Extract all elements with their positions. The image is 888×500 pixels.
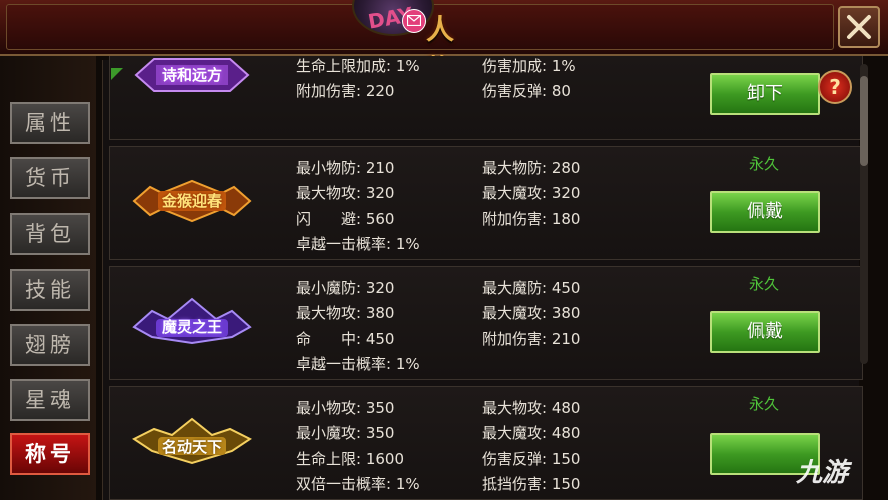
watermark-logo: 九游 bbox=[796, 458, 849, 488]
duration-label: 永久 bbox=[748, 275, 779, 293]
selected-marker bbox=[111, 68, 123, 80]
badge-label: 名动天下 bbox=[161, 438, 222, 456]
stat-text: 双倍一击概率: 1% bbox=[296, 475, 420, 493]
title-list[interactable]: 诗和远方 生命上限加成: 1% 伤害加成: 1% 附加伤害: 220 伤害反弹:… bbox=[96, 56, 888, 500]
stat-text: 最小魔攻: 350 bbox=[296, 424, 395, 442]
stat-text: 最大物攻: 380 bbox=[296, 304, 395, 322]
unequip-button[interactable]: 卸下 bbox=[710, 73, 820, 115]
stat-text: 命 中: 450 bbox=[296, 330, 395, 348]
equip-button[interactable]: 佩戴 bbox=[710, 311, 820, 353]
title-badge: 金猴迎春 bbox=[132, 177, 252, 225]
tab-wings[interactable]: 翅膀 bbox=[10, 324, 90, 366]
stat-text: 卓越一击概率: 1% bbox=[296, 235, 420, 253]
stat-text: 附加伤害: 180 bbox=[482, 210, 581, 228]
stat-text: 最大物攻: 480 bbox=[482, 399, 581, 417]
badge-label: 诗和远方 bbox=[161, 66, 222, 84]
stat-text: 最大物攻: 320 bbox=[296, 184, 395, 202]
stat-text: 伤害反弹: 150 bbox=[482, 450, 581, 468]
tab-currency[interactable]: 货币 bbox=[10, 157, 90, 199]
sidebar: 属性 货币 背包 技能 翅膀 星魂 称号 bbox=[0, 56, 96, 500]
title-list-panel: 诗和远方 生命上限加成: 1% 伤害加成: 1% 附加伤害: 220 伤害反弹:… bbox=[102, 56, 863, 500]
tab-backpack[interactable]: 背包 bbox=[10, 213, 90, 255]
title-badge: 名动天下 bbox=[132, 417, 252, 465]
title-badge: 诗和远方 bbox=[132, 56, 252, 99]
stat-text: 附加伤害: 210 bbox=[482, 330, 581, 348]
duration-label: 永久 bbox=[748, 155, 779, 173]
stat-text: 最大物防: 280 bbox=[482, 159, 581, 177]
stat-text: 卓越一击概率: 1% bbox=[296, 355, 420, 373]
title-row: 魔灵之王 最小魔防: 320 最大魔防: 450 最大物攻: 380 最大魔攻:… bbox=[109, 266, 863, 380]
tab-titles[interactable]: 称号 bbox=[10, 433, 90, 475]
close-button[interactable] bbox=[838, 6, 880, 48]
stat-text: 最大魔攻: 320 bbox=[482, 184, 581, 202]
scroll-thumb[interactable] bbox=[860, 76, 868, 166]
stat-text: 伤害反弹: 80 bbox=[482, 82, 571, 100]
stat-text: 附加伤害: 220 bbox=[296, 82, 395, 100]
stat-text: 最小魔防: 320 bbox=[296, 279, 395, 297]
duration-label: 永久 bbox=[748, 395, 779, 413]
stat-text: 最大魔攻: 480 bbox=[482, 424, 581, 442]
help-button[interactable]: ? bbox=[818, 70, 852, 104]
title-badge: 魔灵之王 bbox=[132, 297, 252, 345]
tab-attributes[interactable]: 属性 bbox=[10, 102, 90, 144]
scrollbar[interactable] bbox=[860, 64, 868, 364]
title-row: 金猴迎春 最小物防: 210 最大物防: 280 最大物攻: 320 最大魔攻:… bbox=[109, 146, 863, 260]
close-icon bbox=[847, 15, 871, 39]
badge-label: 金猴迎春 bbox=[161, 192, 222, 210]
stat-text: 抵挡伤害: 150 bbox=[482, 475, 581, 493]
tab-skills[interactable]: 技能 bbox=[10, 269, 90, 311]
stat-text: 生命上限: 1600 bbox=[296, 450, 404, 468]
badge-label: 魔灵之王 bbox=[161, 318, 222, 336]
title-row: 诗和远方 生命上限加成: 1% 伤害加成: 1% 附加伤害: 220 伤害反弹:… bbox=[109, 56, 863, 140]
stat-text: 最小物攻: 350 bbox=[296, 399, 395, 417]
title-row: 名动天下 最小物攻: 350 最大物攻: 480 最小魔攻: 350 最大魔攻:… bbox=[109, 386, 863, 500]
stat-text: 最小物防: 210 bbox=[296, 159, 395, 177]
tab-star-soul[interactable]: 星魂 bbox=[10, 379, 90, 421]
stat-text: 伤害加成: 1% bbox=[482, 57, 576, 75]
stat-text: 最大魔攻: 380 bbox=[482, 304, 581, 322]
stat-text: 闪 避: 560 bbox=[296, 210, 395, 228]
equip-button[interactable]: 佩戴 bbox=[710, 191, 820, 233]
stat-text: 最大魔防: 450 bbox=[482, 279, 581, 297]
top-bar: DAY 人 物 bbox=[0, 0, 888, 86]
stat-text: 生命上限加成: 1% bbox=[296, 57, 420, 75]
